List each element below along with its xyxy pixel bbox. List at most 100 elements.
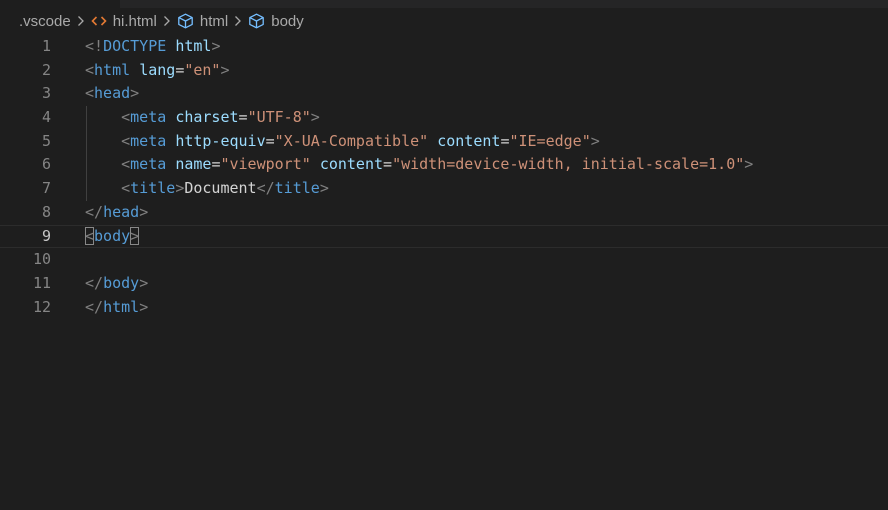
- code-token: meta: [130, 131, 167, 150]
- code-token: >: [590, 131, 600, 150]
- line-number: 9: [41, 226, 51, 245]
- code-token: >: [319, 179, 329, 198]
- code-token: lang: [139, 60, 176, 79]
- chevron-right-icon: [163, 15, 171, 27]
- line-number: 10: [32, 250, 51, 269]
- code-token: html: [175, 37, 212, 55]
- html-file-icon: [91, 15, 107, 27]
- code-token: >: [211, 37, 221, 55]
- code-token: content: [319, 155, 384, 174]
- code-token: html: [103, 297, 140, 316]
- tab-strip-edge: [120, 0, 888, 8]
- code-line[interactable]: 5 <meta http-equiv="X-UA-Compatible" con…: [0, 129, 888, 154]
- code-token: >: [220, 60, 230, 79]
- line-number: 8: [41, 202, 51, 221]
- code-token: "IE=edge": [509, 131, 591, 150]
- code-line[interactable]: 9 <body>: [0, 225, 888, 249]
- code-token: =: [383, 155, 393, 174]
- code-line[interactable]: 6 <meta name="viewport" content="width=d…: [0, 153, 888, 178]
- line-number: 11: [32, 273, 51, 292]
- breadcrumb-label: html: [199, 12, 229, 30]
- matched-bracket: >: [130, 226, 140, 245]
- code-token: <: [121, 179, 131, 198]
- code-token: >: [139, 202, 149, 221]
- code-token: http-equiv: [175, 131, 266, 150]
- code-token: >: [175, 179, 185, 198]
- code-text: </html>: [85, 296, 148, 320]
- breadcrumb-element-html[interactable]: html: [177, 13, 228, 30]
- code-editor[interactable]: 1 <!DOCTYPE html> 2 <html lang="en"> 3 <head>…: [0, 35, 888, 319]
- code-token: >: [139, 273, 149, 292]
- element-cube-icon: [248, 13, 265, 29]
- breadcrumb-label: body: [271, 12, 304, 30]
- code-token: =: [238, 108, 248, 127]
- code-token: "viewport": [220, 155, 311, 174]
- code-text: <!DOCTYPE html>: [85, 35, 220, 59]
- line-number: 4: [41, 108, 51, 127]
- chevron-right-icon: [234, 15, 242, 27]
- code-token: </: [85, 202, 104, 221]
- code-token: DOCTYPE: [103, 37, 167, 55]
- code-token: >: [310, 108, 320, 127]
- code-token: Document: [184, 179, 257, 198]
- code-text: </body>: [85, 272, 148, 296]
- code-token: "X-UA-Compatible": [274, 131, 429, 150]
- line-number: 5: [41, 131, 51, 150]
- code-token: >: [744, 155, 754, 174]
- chevron-right-icon: [77, 15, 85, 27]
- code-token: "width=device-width, initial-scale=1.0": [392, 155, 745, 174]
- element-cube-icon: [177, 13, 194, 29]
- code-token: "UTF-8": [247, 108, 311, 127]
- line-number: 2: [41, 60, 51, 79]
- code-token: head: [94, 84, 131, 103]
- code-text: <html lang="en">: [85, 59, 230, 83]
- code-token: </: [85, 297, 104, 316]
- code-token: <: [85, 84, 95, 103]
- code-token: "en": [184, 60, 221, 79]
- code-token: meta: [130, 155, 167, 174]
- code-line[interactable]: 7 <title>Document</title>: [0, 177, 888, 201]
- code-text: <meta charset="UTF-8">: [85, 106, 320, 130]
- code-token: html: [94, 60, 131, 79]
- code-token: </: [256, 179, 275, 198]
- code-token: >: [130, 84, 140, 103]
- code-token: name: [175, 155, 212, 174]
- code-token: <: [121, 108, 131, 127]
- breadcrumb-file-hi-html[interactable]: hi.html: [91, 13, 157, 30]
- code-token: content: [437, 131, 501, 150]
- matched-bracket: <: [85, 226, 95, 245]
- code-token: <: [121, 131, 131, 150]
- code-text: <meta name="viewport" content="width=dev…: [85, 153, 753, 177]
- line-number: 6: [41, 155, 51, 174]
- breadcrumb-label: hi.html: [112, 12, 157, 30]
- line-number: 7: [41, 179, 51, 198]
- line-number: 12: [32, 297, 51, 316]
- code-token: <: [121, 155, 131, 174]
- code-token: body: [103, 273, 140, 292]
- code-token: title: [274, 179, 320, 198]
- code-line[interactable]: 12 </html>: [0, 296, 888, 320]
- code-token: =: [265, 131, 275, 150]
- code-token: =: [175, 60, 185, 79]
- code-line[interactable]: 8 </head>: [0, 201, 888, 225]
- code-text: <head>: [85, 82, 139, 106]
- code-token: </: [85, 273, 104, 292]
- code-line[interactable]: 3 <head>: [0, 82, 888, 106]
- breadcrumb-folder-vscode[interactable]: .vscode: [19, 13, 71, 30]
- line-number: 1: [41, 37, 51, 55]
- breadcrumb-label: .vscode: [19, 12, 71, 30]
- code-line[interactable]: 4 <meta charset="UTF-8">: [0, 106, 888, 130]
- code-text: <meta http-equiv="X-UA-Compatible" conte…: [85, 130, 600, 154]
- code-text: <title>Document</title>: [85, 177, 329, 201]
- code-line[interactable]: 10: [0, 248, 888, 272]
- breadcrumb-element-body[interactable]: body: [248, 13, 304, 30]
- code-line[interactable]: 11 </body>: [0, 272, 888, 296]
- code-token: body: [94, 226, 131, 245]
- code-line[interactable]: 1 <!DOCTYPE html>: [0, 35, 888, 59]
- code-line[interactable]: 2 <html lang="en">: [0, 59, 888, 83]
